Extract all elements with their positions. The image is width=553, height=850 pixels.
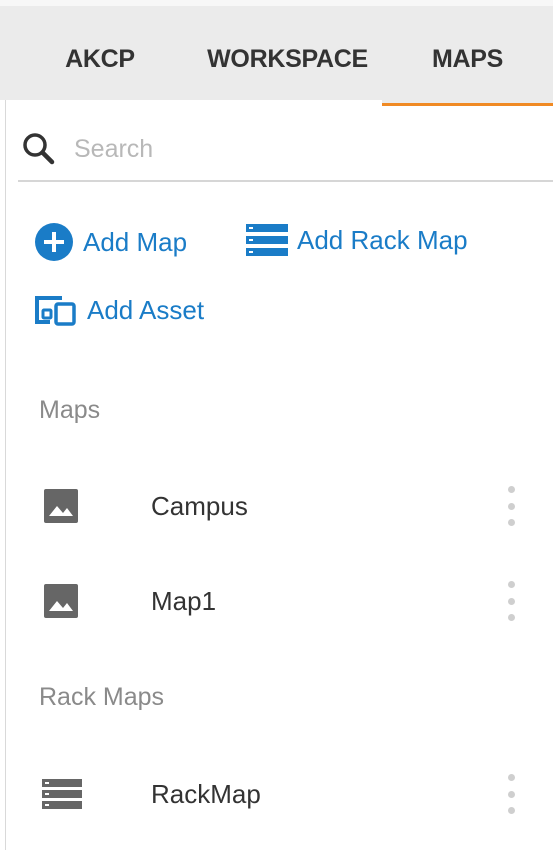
- more-options-icon[interactable]: [503, 581, 519, 621]
- rack-icon: [246, 224, 288, 256]
- add-map-label: Add Map: [83, 226, 188, 257]
- search-icon[interactable]: [20, 129, 60, 169]
- map-name: Campus: [151, 490, 248, 521]
- search-input[interactable]: [74, 134, 514, 164]
- map-name: Map1: [151, 585, 217, 616]
- list-item-campus[interactable]: Campus: [18, 470, 553, 542]
- add-rack-map-label: Add Rack Map: [297, 224, 468, 255]
- list-item-rackmap[interactable]: RackMap: [18, 758, 553, 830]
- list-item-map1[interactable]: Map1: [18, 565, 553, 637]
- add-asset-button[interactable]: Add Asset: [32, 293, 204, 327]
- add-map-button[interactable]: Add Map: [34, 222, 187, 262]
- rack-maps-section-title: Rack Maps: [39, 683, 165, 711]
- active-tab-indicator: [382, 103, 553, 106]
- devices-icon: [35, 296, 76, 326]
- tab-bar: AKCP WORKSPACE MAPS: [0, 0, 553, 106]
- image-icon: [44, 489, 78, 523]
- add-rack-map-button[interactable]: Add Rack Map: [246, 222, 468, 258]
- search-bar: [18, 118, 553, 182]
- tab-workspace[interactable]: WORKSPACE: [190, 12, 385, 106]
- rack-icon: [42, 779, 82, 809]
- tab-maps[interactable]: MAPS: [382, 12, 553, 106]
- image-icon: [44, 584, 78, 618]
- more-options-icon[interactable]: [503, 486, 519, 526]
- panel-divider: [5, 0, 6, 850]
- add-circle-icon: [35, 223, 73, 261]
- rack-map-name: RackMap: [151, 778, 261, 809]
- add-asset-label: Add Asset: [87, 294, 205, 325]
- maps-section-title: Maps: [39, 396, 101, 424]
- more-options-icon[interactable]: [503, 774, 519, 814]
- maps-panel: AKCP WORKSPACE MAPS Add Map Add Rack Map: [0, 0, 553, 850]
- tab-akcp[interactable]: AKCP: [50, 12, 150, 106]
